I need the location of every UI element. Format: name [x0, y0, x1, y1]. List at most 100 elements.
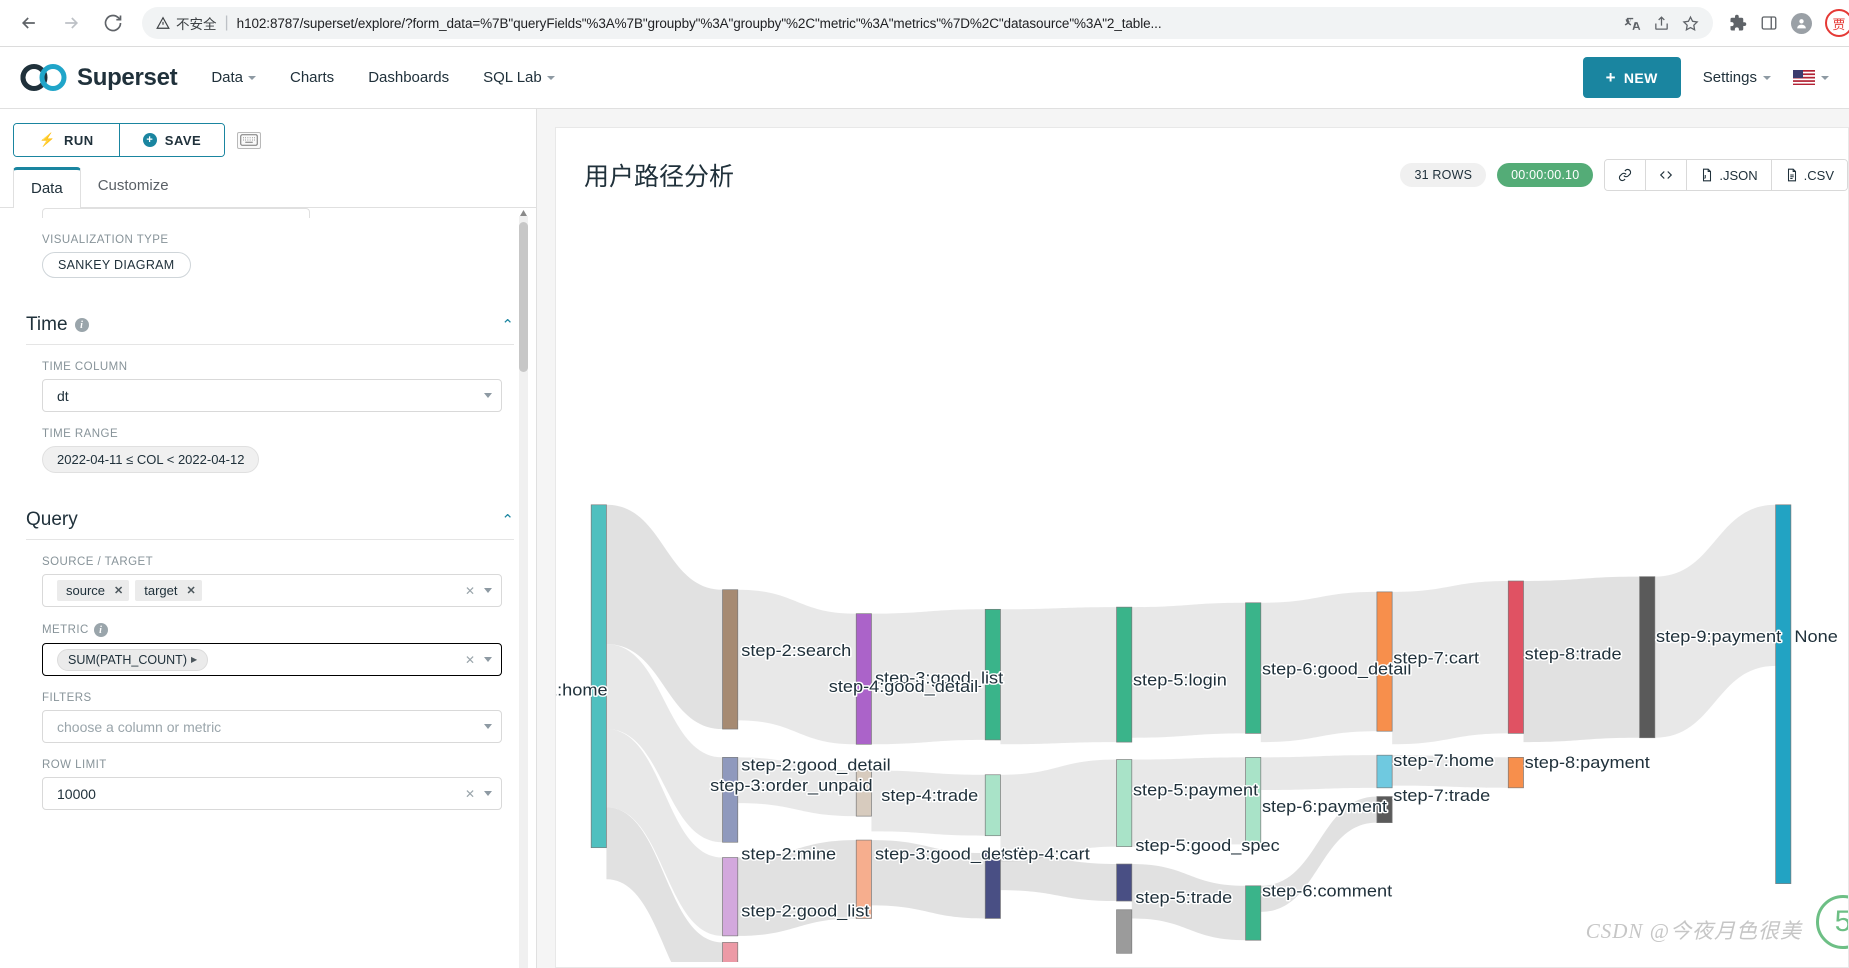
- new-button[interactable]: + NEW: [1582, 57, 1681, 98]
- chevron-down-icon[interactable]: [484, 393, 492, 398]
- puzzle-piece-icon[interactable]: [1729, 14, 1747, 32]
- keyboard-icon[interactable]: [237, 131, 261, 149]
- datasource-field-partial[interactable]: [42, 208, 310, 218]
- side-panel-icon[interactable]: [1760, 14, 1778, 32]
- remove-token-icon[interactable]: ✕: [114, 584, 123, 597]
- nav-item-charts[interactable]: Charts: [290, 69, 334, 86]
- chevron-up-icon[interactable]: ⌃: [501, 513, 514, 528]
- bolt-icon: ⚡: [39, 132, 56, 147]
- sankey-link[interactable]: [1131, 757, 1246, 847]
- chevron-down-icon: [1763, 75, 1771, 80]
- run-button[interactable]: ⚡ RUN: [14, 124, 119, 156]
- chevron-up-icon[interactable]: ⌃: [501, 318, 514, 333]
- sankey-node[interactable]: [722, 857, 739, 937]
- forward-arrow-icon[interactable]: [52, 4, 90, 42]
- json-file-icon: [1703, 168, 1712, 182]
- time-column-select[interactable]: dt: [42, 379, 502, 412]
- tab-customize-label: Customize: [97, 177, 169, 194]
- sankey-node[interactable]: [590, 504, 607, 849]
- sankey-link[interactable]: [1000, 607, 1117, 745]
- metric-token[interactable]: SUM(PATH_COUNT) ▶: [57, 648, 209, 671]
- sankey-node[interactable]: [1245, 885, 1262, 941]
- sankey-node[interactable]: [1245, 602, 1262, 734]
- sankey-diagram[interactable]: step-1:home step-2:search step-2:good_deta…: [556, 200, 1848, 967]
- sankey-node-label: step-5:trade: [1135, 888, 1232, 907]
- user-account-badge[interactable]: 贾: [1825, 9, 1849, 37]
- download-csv-button[interactable]: .CSV: [1771, 160, 1847, 190]
- chevron-down-icon[interactable]: [484, 657, 492, 662]
- tab-customize[interactable]: Customize: [81, 167, 186, 207]
- control-scrollbar-thumb[interactable]: [519, 222, 528, 372]
- sankey-node[interactable]: [1245, 757, 1262, 845]
- download-json-button[interactable]: .JSON: [1687, 160, 1772, 190]
- info-icon[interactable]: i: [93, 623, 108, 637]
- security-label: 不安全: [176, 17, 217, 32]
- translate-icon[interactable]: [1624, 15, 1641, 32]
- sankey-node[interactable]: [1775, 504, 1792, 884]
- sankey-node-label: step-8:payment: [1525, 753, 1650, 772]
- star-icon[interactable]: [1682, 15, 1699, 32]
- chart-card: 用户路径分析 31 ROWS 00:00:00.10 .JSON .CSV:h…: [555, 127, 1849, 968]
- sankey-node[interactable]: [1116, 759, 1133, 847]
- chevron-down-icon[interactable]: [484, 588, 492, 593]
- sankey-node[interactable]: [1507, 757, 1524, 789]
- clear-icon[interactable]: ✕: [465, 584, 475, 598]
- sankey-node[interactable]: [1116, 606, 1133, 743]
- filters-placeholder: choose a column or metric: [57, 718, 222, 735]
- superset-logo[interactable]: Superset: [20, 64, 178, 92]
- sankey-node[interactable]: [722, 942, 739, 962]
- security-warning: 不安全: [156, 13, 217, 33]
- sankey-node-label: step-9:payment: [1656, 627, 1781, 646]
- watermark: CSDN @今夜月色很美: [1585, 919, 1802, 943]
- share-icon[interactable]: [1653, 15, 1670, 32]
- reload-icon[interactable]: [94, 4, 132, 42]
- tab-data[interactable]: Data: [13, 167, 81, 208]
- metric-select[interactable]: SUM(PATH_COUNT) ▶ ✕: [42, 643, 502, 676]
- back-arrow-icon[interactable]: [10, 4, 48, 42]
- info-icon[interactable]: i: [74, 318, 89, 332]
- time-range-value[interactable]: 2022-04-11 ≤ COL < 2022-04-12: [42, 446, 260, 473]
- chevron-down-icon[interactable]: [484, 724, 492, 729]
- sankey-node-label: step-7:cart: [1393, 648, 1479, 667]
- nav-item-dashboards[interactable]: Dashboards: [368, 69, 449, 86]
- metric-label-text: METRIC: [42, 624, 89, 636]
- sankey-link[interactable]: [1260, 755, 1377, 791]
- clear-icon[interactable]: ✕: [465, 653, 475, 667]
- sankey-node[interactable]: [1116, 909, 1133, 954]
- nav-item-sql-lab[interactable]: SQL Lab: [483, 69, 555, 86]
- source-target-select[interactable]: source ✕ target ✕ ✕: [42, 574, 502, 607]
- token-target[interactable]: target ✕: [135, 580, 202, 601]
- save-button[interactable]: + SAVE: [119, 124, 224, 156]
- view-query-button[interactable]: [1646, 160, 1688, 190]
- viz-type-value[interactable]: SANKEY DIAGRAM: [42, 252, 191, 278]
- share-link-button[interactable]: [1605, 160, 1647, 190]
- sankey-node-label: step-4:trade: [881, 785, 978, 804]
- query-section-header[interactable]: Query ⌃: [26, 509, 514, 540]
- sankey-node[interactable]: [1116, 863, 1133, 902]
- plus-icon: +: [1605, 68, 1616, 87]
- sankey-node[interactable]: [1376, 754, 1393, 789]
- sankey-node-label: step-2:good_list: [741, 901, 869, 921]
- sankey-link[interactable]: [737, 589, 857, 745]
- language-selector[interactable]: [1793, 70, 1829, 85]
- sankey-node[interactable]: [1507, 580, 1524, 734]
- token-source[interactable]: source ✕: [57, 580, 130, 601]
- address-bar[interactable]: 不安全 | h102:8787/superset/explore/?form_d…: [142, 7, 1713, 39]
- filters-select[interactable]: choose a column or metric: [42, 710, 502, 743]
- time-section-header[interactable]: Time i ⌃: [26, 314, 514, 345]
- row-limit-select[interactable]: 10000 ✕: [42, 777, 502, 810]
- row-limit-label: ROW LIMIT: [42, 759, 514, 771]
- settings-menu[interactable]: Settings: [1703, 69, 1771, 86]
- row-limit-value: 10000: [57, 785, 96, 802]
- profile-avatar-icon[interactable]: [1791, 12, 1812, 34]
- sankey-node-label: step-7:trade: [1393, 785, 1490, 804]
- sankey-node[interactable]: [722, 589, 739, 730]
- sankey-node[interactable]: [1639, 576, 1656, 739]
- clear-icon[interactable]: ✕: [465, 787, 475, 801]
- sankey-node[interactable]: [722, 757, 739, 843]
- remove-token-icon[interactable]: ✕: [187, 584, 196, 597]
- sankey-link[interactable]: [1654, 504, 1776, 738]
- nav-item-data[interactable]: Data: [211, 69, 256, 86]
- sankey-node[interactable]: [984, 774, 1001, 837]
- chevron-down-icon[interactable]: [484, 791, 492, 796]
